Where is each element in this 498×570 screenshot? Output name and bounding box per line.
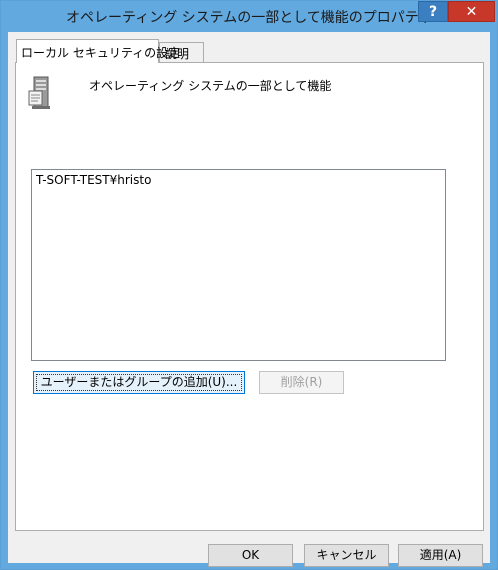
cancel-button[interactable]: キャンセル (304, 544, 389, 567)
tab-local-security-setting[interactable]: ローカル セキュリティの設定 (16, 39, 180, 63)
title-bar[interactable]: オペレーティング システムの一部として機能のプロパティ ? ✕ (1, 1, 497, 32)
help-button[interactable]: ? (418, 1, 448, 22)
apply-button[interactable]: 適用(A) (398, 544, 483, 567)
add-user-or-group-button[interactable]: ユーザーまたはグループの追加(U)... (33, 371, 245, 394)
remove-button[interactable]: 削除(R) (259, 371, 344, 394)
ok-button[interactable]: OK (208, 544, 293, 567)
account-list[interactable]: T-SOFT-TEST¥hristo (31, 169, 446, 361)
server-computer-icon (28, 76, 50, 109)
tab-panel: オペレーティング システムの一部として機能 T-SOFT-TEST¥hristo… (15, 62, 484, 531)
list-item[interactable]: T-SOFT-TEST¥hristo (36, 173, 151, 187)
properties-dialog: オペレーティング システムの一部として機能のプロパティ ? ✕ ローカル セキュ… (0, 0, 498, 570)
focus-rectangle (36, 374, 242, 391)
policy-name: オペレーティング システムの一部として機能 (89, 79, 332, 93)
dialog-body: ローカル セキュリティの設定 説明 オペレーティング システムの一部として機能 … (8, 32, 490, 567)
close-button[interactable]: ✕ (448, 1, 495, 22)
